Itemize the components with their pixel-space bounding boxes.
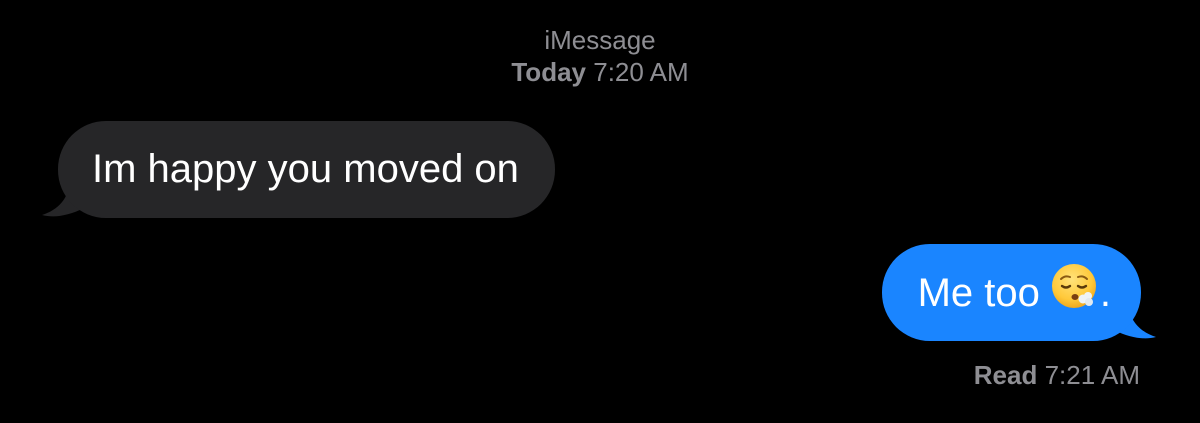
conversation-header: iMessage Today 7:20 AM [0,24,1200,88]
service-name: iMessage [544,25,656,55]
outgoing-message-bubble[interactable]: Me too . [881,244,1141,341]
incoming-message-bubble[interactable]: Im happy you moved on [58,121,555,218]
timestamp-day: Today [511,57,586,87]
conversation-timestamp: Today 7:20 AM [0,56,1200,88]
read-receipt-time: 7:21 AM [1044,360,1140,390]
outgoing-message-trailing-text: . [1099,271,1111,315]
outgoing-message-text: Me too [917,271,1040,315]
read-receipt-label: Read [973,360,1038,390]
incoming-message-text: Im happy you moved on [92,147,519,191]
face-exhaling-icon [1050,262,1098,321]
read-receipt: Read 7:21 AM [974,358,1140,392]
timestamp-time: 7:20 AM [593,57,689,87]
conversation-view: iMessage Today 7:20 AM Im happy you move… [0,0,1200,423]
